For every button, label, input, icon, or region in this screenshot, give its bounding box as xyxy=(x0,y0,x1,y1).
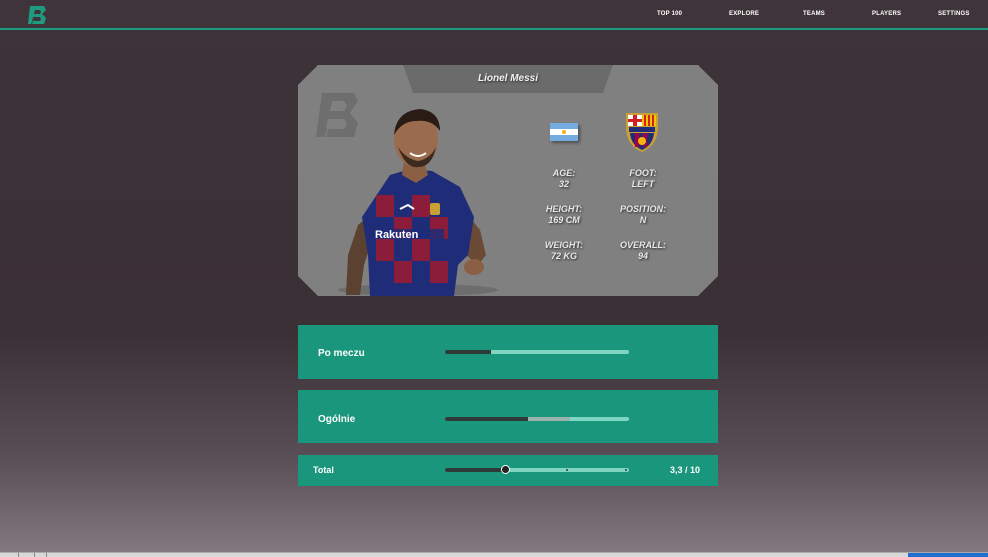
rating-bar-fill xyxy=(445,350,491,354)
player-name-tab: Lionel Messi xyxy=(403,65,613,93)
rating-bar-po-meczu[interactable] xyxy=(445,350,629,354)
stat-position: POSITION: N xyxy=(608,204,678,226)
stat-position-value: N xyxy=(639,215,647,225)
taskbar-active-item[interactable] xyxy=(908,553,988,557)
nav-players[interactable]: PLAYERS xyxy=(872,11,901,17)
rating-panel-total: Total 3,3 / 10 xyxy=(298,455,718,486)
nav-teams[interactable]: TEAMS xyxy=(803,11,825,17)
stat-overall: OVERALL: 94 xyxy=(608,240,678,262)
argentina-flag-icon xyxy=(550,123,578,141)
fc-barcelona-crest-icon xyxy=(626,113,658,152)
rating-bar-fill xyxy=(445,417,528,421)
taskbar-divider xyxy=(18,553,19,557)
rating-panel-po-meczu: Po meczu xyxy=(298,325,718,379)
rating-label-total: Total xyxy=(313,465,334,475)
rating-label-ogolnie: Ogólnie xyxy=(318,414,356,425)
stat-overall-label: OVERALL: xyxy=(620,240,666,250)
top-nav-bar: TOP 100 EXPLORE TEAMS PLAYERS SETTINGS xyxy=(0,0,988,30)
stat-weight: WEIGHT: 72 KG xyxy=(529,240,599,262)
player-name: Lionel Messi xyxy=(477,73,538,84)
taskbar-divider xyxy=(46,553,47,557)
total-slider[interactable] xyxy=(445,465,629,474)
stat-height-label: HEIGHT: xyxy=(545,204,583,214)
stat-age-label: AGE: xyxy=(552,168,576,178)
player-card: Lionel Messi Rakuten AGE: 32 FOOT: LEFT … xyxy=(298,65,718,296)
stat-foot: FOOT: LEFT xyxy=(608,168,678,190)
stat-height-value: 169 CM xyxy=(548,215,580,225)
stat-foot-value: LEFT xyxy=(631,179,655,189)
total-slider-fill xyxy=(445,468,506,472)
nav-settings[interactable]: SETTINGS xyxy=(938,11,970,17)
taskbar xyxy=(0,552,988,557)
nav-explore[interactable]: EXPLORE xyxy=(729,11,759,17)
stat-overall-value: 94 xyxy=(637,251,648,261)
rating-panel-ogolnie: Ogólnie xyxy=(298,390,718,443)
slider-tick xyxy=(566,469,568,471)
nav-top100[interactable]: TOP 100 xyxy=(657,11,682,17)
rating-label-po-meczu: Po meczu xyxy=(318,348,365,359)
player-photo: Rakuten xyxy=(338,109,498,296)
rating-bar-ogolnie[interactable] xyxy=(445,417,629,421)
total-slider-knob[interactable] xyxy=(500,465,510,474)
stat-age-value: 32 xyxy=(558,179,569,189)
stat-foot-label: FOOT: xyxy=(629,168,657,178)
total-score-value: 3,3 / 10 xyxy=(669,465,700,475)
stat-age: AGE: 32 xyxy=(529,168,599,190)
slider-tick xyxy=(625,469,627,471)
svg-text:Rakuten: Rakuten xyxy=(375,229,419,241)
stat-position-label: POSITION: xyxy=(619,204,666,214)
taskbar-divider xyxy=(34,553,35,557)
stat-weight-value: 72 KG xyxy=(550,251,577,261)
stat-height: HEIGHT: 169 CM xyxy=(529,204,599,226)
stat-weight-label: WEIGHT: xyxy=(544,240,584,250)
main-nav: TOP 100 EXPLORE TEAMS PLAYERS SETTINGS xyxy=(0,11,988,21)
